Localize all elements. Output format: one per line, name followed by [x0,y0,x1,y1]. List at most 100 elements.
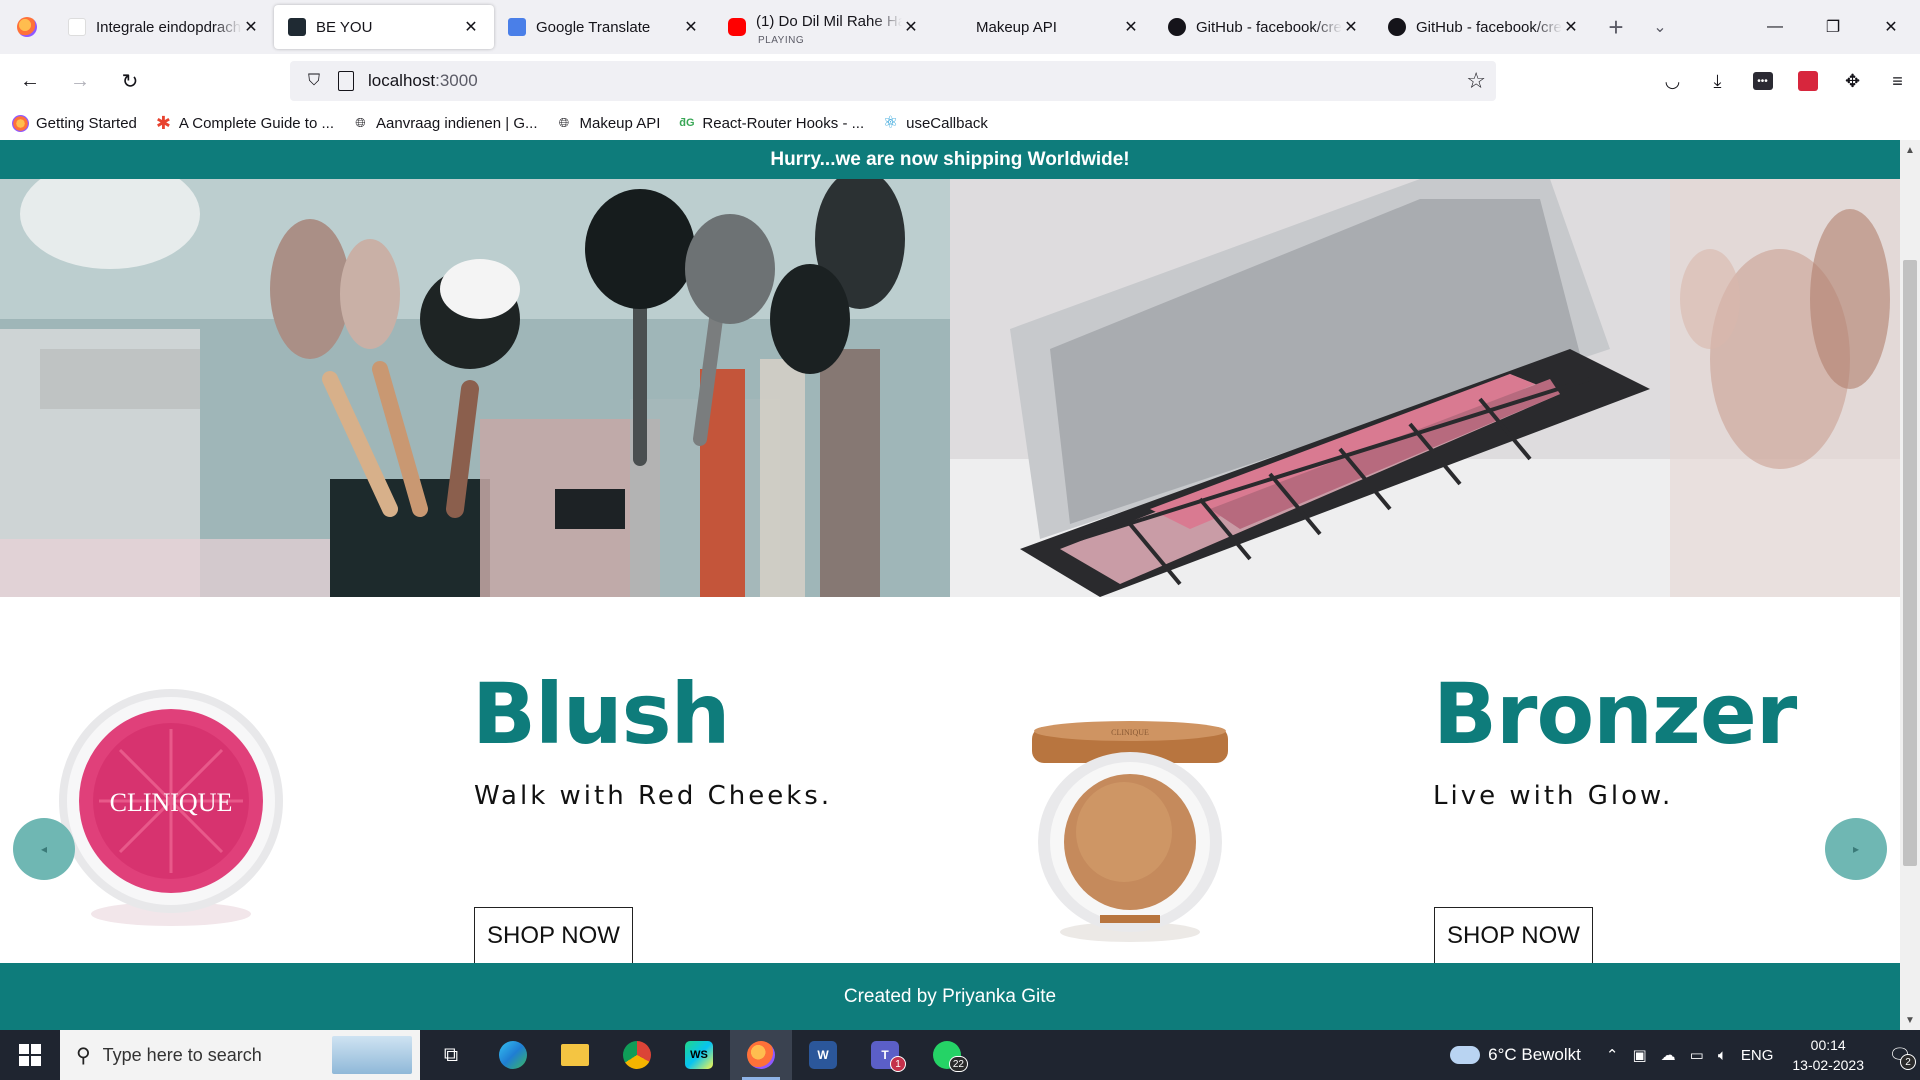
teams-app[interactable]: T1 [854,1030,916,1080]
extension-red-icon[interactable] [1785,54,1830,108]
slide-subtitle-bronzer: Live with Glow. [1433,781,1674,811]
shop-now-button-bronzer[interactable]: SHOP NOW [1434,907,1593,963]
task-view-icon: ⧉ [443,1043,459,1066]
asterisk-icon: ✱ [155,112,171,133]
globe-icon: 🌐︎ [355,115,366,130]
weather-widget[interactable]: 6°C Bewolkt [1450,1045,1581,1065]
close-tab-icon[interactable]: ✕ [1342,17,1360,37]
extensions-puzzle-icon[interactable]: ✥ [1830,54,1875,108]
chevron-right-icon: ▸ [1852,842,1860,856]
clock-time: 00:14 [1810,1037,1846,1053]
language-indicator[interactable]: ENG [1741,1047,1774,1064]
makeup-brushes-illustration [0,179,950,597]
close-tab-icon[interactable]: ✕ [242,17,260,37]
whatsapp-app[interactable]: 22 [916,1030,978,1080]
bookmark-label: React-Router Hooks - ... [702,114,865,132]
github-icon [1168,18,1186,36]
shield-icon[interactable]: ⛉ [304,72,324,90]
tab-title: (1) Do Dil Mil Rahe Ha [756,12,902,30]
scrollbar-thumb[interactable] [1903,260,1917,866]
firefox-icon [17,17,37,37]
playing-label: PLAYING [758,35,805,46]
tab-3[interactable]: (1) Do Dil Mil Rahe Ha PLAYING ✕ [714,5,934,49]
bookmark-label: Aanvraag indienen | G... [376,114,538,132]
taskbar-search-box[interactable]: ⚲ Type here to search [60,1030,420,1080]
notification-center-button[interactable]: 🗨︎ 2 [1880,1030,1920,1080]
clock-date: 13-02-2023 [1792,1057,1864,1073]
chevron-up-icon[interactable]: ⌃ [1606,1046,1619,1064]
search-icon: ⚲ [76,1044,91,1067]
reload-icon[interactable]: ↻ [110,61,150,101]
bookmark-star-icon[interactable]: ☆ [1466,68,1486,94]
new-tab-icon[interactable]: + [1594,12,1638,43]
edge-icon [499,1041,527,1069]
bookmark-getting-started[interactable]: Getting Started [12,114,137,132]
tab-5[interactable]: GitHub - facebook/cre ✕ [1154,5,1374,49]
close-tab-icon[interactable]: ✕ [462,17,480,37]
page-scrollbar[interactable]: ▲ ▼ [1900,140,1920,1030]
back-arrow-icon[interactable]: ← [10,61,50,101]
whatsapp-badge: 22 [948,1056,968,1072]
system-tray: 6°C Bewolkt ⌃ ▣ ☁ ▭ 🔈︎ ENG 00:14 13-02-2… [1450,1030,1920,1080]
onedrive-icon[interactable]: ☁ [1661,1046,1676,1064]
forward-arrow-icon[interactable]: → [60,61,100,101]
task-view-button[interactable]: ⧉ [420,1030,482,1080]
meet-now-icon[interactable]: ▣ [1632,1046,1646,1064]
slide-title-bronzer: Bronzer [1433,665,1797,763]
tab-title: Makeup API [976,18,1057,36]
chrome-app[interactable] [606,1030,668,1080]
tab-2[interactable]: Google Translate ✕ [494,5,714,49]
bookmark-complete-guide[interactable]: ✱ A Complete Guide to ... [155,112,334,133]
close-tab-icon[interactable]: ✕ [682,17,700,37]
google-translate-icon [508,18,526,36]
edge-app[interactable] [482,1030,544,1080]
bookmark-react-router[interactable]: ƌG React-Router Hooks - ... [678,115,864,132]
download-icon[interactable]: ⤓ [1695,54,1740,108]
close-tab-icon[interactable]: ✕ [1122,17,1140,37]
restore-icon[interactable]: ❐ [1804,0,1862,54]
menu-hamburger-icon[interactable]: ≡ [1875,54,1920,108]
shop-now-button-blush[interactable]: SHOP NOW [474,907,633,963]
hero-image-makeup-brushes [0,179,950,597]
tab-title: BE YOU [316,18,373,36]
firefox-app[interactable] [730,1030,792,1080]
clock[interactable]: 00:14 13-02-2023 [1792,1035,1864,1075]
tab-4[interactable]: Makeup API ✕ [934,5,1154,49]
tab-0[interactable]: Integrale eindopdracht Fro ✕ [54,5,274,49]
tab-title: GitHub - facebook/cre [1416,18,1562,36]
scroll-up-icon[interactable]: ▲ [1900,140,1920,160]
firefox-icon [12,114,29,132]
page-info-icon[interactable] [338,71,354,91]
bookmark-usecallback[interactable]: ⚛ useCallback [882,113,988,132]
carousel-prev-button[interactable]: ◂ [13,818,75,880]
battery-icon[interactable]: ▭ [1690,1046,1704,1064]
chrome-icon [623,1041,651,1069]
tab-title: GitHub - facebook/cre [1196,18,1342,36]
carousel-next-button[interactable]: ▸ [1825,818,1887,880]
bookmark-makeup-api[interactable]: 🌐︎ Makeup API [556,115,661,132]
speaker-icon[interactable]: 🔈︎ [1718,1047,1727,1064]
minimize-icon[interactable]: — [1746,0,1804,54]
notification-badge: 2 [1900,1054,1916,1070]
file-explorer-app[interactable] [544,1030,606,1080]
url-text[interactable]: localhost:3000 [368,71,478,91]
bookmark-label: A Complete Guide to ... [178,114,334,132]
extension-password-icon[interactable]: ••• [1740,54,1785,108]
pocket-icon[interactable]: ◡ [1650,54,1695,108]
word-app[interactable]: W [792,1030,854,1080]
bookmark-aanvraag[interactable]: 🌐︎ Aanvraag indienen | G... [352,114,538,132]
chevron-down-icon[interactable]: ⌄ [1638,17,1682,37]
slide-subtitle-blush: Walk with Red Cheeks. [474,781,833,811]
scroll-down-icon[interactable]: ▼ [1900,1010,1920,1030]
tab-1-active[interactable]: BE YOU ✕ [274,5,494,49]
start-button[interactable] [0,1030,60,1080]
tab-6[interactable]: GitHub - facebook/cre ✕ [1374,5,1594,49]
close-window-icon[interactable]: ✕ [1862,0,1920,54]
firefox-view-button[interactable] [0,0,54,54]
chevron-left-icon: ◂ [40,842,48,856]
webstorm-app[interactable]: WS [668,1030,730,1080]
close-tab-icon[interactable]: ✕ [1562,17,1580,37]
react-icon [288,18,306,36]
close-tab-icon[interactable]: ✕ [902,17,920,37]
address-bar[interactable]: ⛉ localhost:3000 ☆ [290,61,1496,101]
